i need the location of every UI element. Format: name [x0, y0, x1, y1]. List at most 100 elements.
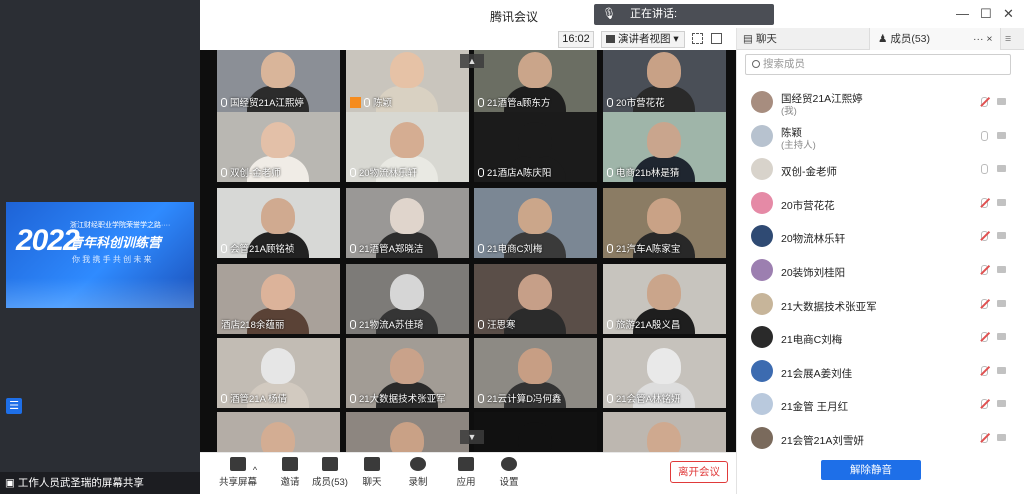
- tab-chat[interactable]: ▤ 聊天: [737, 28, 869, 50]
- video-tile[interactable]: [346, 412, 469, 452]
- layout-icon[interactable]: [711, 33, 722, 44]
- mic-muted-icon[interactable]: [981, 365, 988, 376]
- member-row[interactable]: 21大数据技术张亚军: [737, 288, 1024, 322]
- member-role: (主持人): [781, 139, 816, 151]
- panel-menu-icon[interactable]: ≡: [1005, 28, 1011, 50]
- member-row[interactable]: 双创-金老师: [737, 153, 1024, 187]
- member-row[interactable]: 国经贸21A江熙婷 (我): [737, 86, 1024, 120]
- video-tile[interactable]: 21电商C刘梅: [474, 188, 597, 258]
- video-tile[interactable]: 旅游21A殷义昌: [603, 264, 726, 334]
- mic-muted-icon[interactable]: [981, 399, 988, 410]
- member-row[interactable]: 陈颖 (主持人): [737, 120, 1024, 154]
- member-row[interactable]: 20物流林乐轩: [737, 220, 1024, 254]
- video-tile[interactable]: 21物流A苏佳琦: [346, 264, 469, 334]
- mic-muted-icon[interactable]: [981, 298, 988, 309]
- video-tile[interactable]: 21酒店A陈庆阳: [474, 112, 597, 182]
- video-tile[interactable]: [474, 412, 597, 452]
- chat-button[interactable]: 聊天: [352, 457, 392, 488]
- camera-icon[interactable]: [997, 400, 1006, 408]
- scroll-down-icon[interactable]: ▼: [460, 430, 484, 444]
- video-tile[interactable]: 酒店218余蕴丽: [217, 264, 340, 334]
- record-label: 录制: [408, 477, 428, 488]
- avatar: [751, 124, 773, 147]
- camera-icon[interactable]: [997, 434, 1006, 441]
- participant-name: 酒店218余蕴丽: [221, 320, 285, 331]
- mic-icon[interactable]: [981, 164, 988, 175]
- video-tile[interactable]: 酒管21A 杨倩: [217, 338, 340, 408]
- fullscreen-icon[interactable]: [692, 33, 703, 44]
- participant-face: [261, 198, 295, 234]
- member-row[interactable]: 20市营花花: [737, 187, 1024, 221]
- share-status-bar: ▣ 工作人员武圣瑞的屏幕共享: [0, 472, 200, 494]
- close-icon[interactable]: ✕: [1003, 6, 1014, 22]
- member-row[interactable]: 20装饰刘桂阳: [737, 254, 1024, 288]
- mic-muted-icon[interactable]: [981, 332, 988, 343]
- video-tile[interactable]: 21会管A林铭妍: [603, 338, 726, 408]
- record-button[interactable]: 录制: [398, 457, 438, 488]
- maximize-icon[interactable]: ☐: [980, 6, 992, 22]
- camera-icon[interactable]: [997, 98, 1006, 105]
- participant-face: [390, 198, 424, 234]
- members-panel: ▤ 聊天 ♟ 成员(53) ··· × ≡ 搜索成员 国经贸21A江熙婷 (我) 陈…: [736, 28, 1024, 494]
- video-tile[interactable]: 电商21b林是猜: [603, 112, 726, 182]
- camera-icon[interactable]: [997, 366, 1006, 374]
- participant-name-label: 21酒店A陈庆阳: [478, 165, 551, 179]
- participant-name: 汪思寒: [487, 320, 516, 331]
- participant-face: [647, 52, 681, 88]
- scroll-up-icon[interactable]: ▲: [460, 54, 484, 68]
- unmute-all-button[interactable]: 解除静音: [821, 460, 921, 480]
- video-tile[interactable]: 汪思寒: [474, 264, 597, 334]
- share-options-chevron-icon[interactable]: ^: [248, 465, 262, 475]
- camera-icon[interactable]: [997, 131, 1006, 139]
- camera-icon[interactable]: [997, 333, 1006, 341]
- chat-label: 聊天: [362, 477, 382, 488]
- member-row[interactable]: 21金管 王月红: [737, 388, 1024, 422]
- list-icon[interactable]: ☰: [6, 398, 22, 414]
- member-row[interactable]: 21会管21A刘雪妍: [737, 422, 1024, 456]
- participant-name-label: 20市营花花: [607, 95, 665, 109]
- video-tile[interactable]: 20市营花花: [603, 50, 726, 112]
- video-tile[interactable]: 20物流林乐轩: [346, 112, 469, 182]
- video-tile[interactable]: 21汽车A陈家宝: [603, 188, 726, 258]
- settings-button[interactable]: 设置: [489, 457, 529, 488]
- video-tile[interactable]: 21大数据技术张亚军: [346, 338, 469, 408]
- shared-screen-panel[interactable]: 2022 浙江财经职业学院荣誉学之路···· 青年科创训练营 你 我 携 手 共…: [0, 0, 200, 494]
- member-name: 20装饰刘桂阳: [781, 267, 846, 279]
- participant-face: [518, 198, 552, 234]
- members-button[interactable]: 成员(53): [310, 457, 350, 488]
- participant-name: 国经贸21A江熙婷: [230, 98, 304, 109]
- avatar: [751, 359, 773, 382]
- member-search-input[interactable]: 搜索成员: [745, 54, 1011, 75]
- video-tile[interactable]: 21酒管a顾东方: [474, 50, 597, 112]
- video-tile[interactable]: 双创-金老师: [217, 112, 340, 182]
- video-tile[interactable]: 21酒管A郑晓洁: [346, 188, 469, 258]
- video-tile[interactable]: [603, 412, 726, 452]
- mic-muted-icon[interactable]: [981, 97, 988, 107]
- camera-icon[interactable]: [997, 266, 1006, 273]
- camera-icon[interactable]: [997, 232, 1006, 240]
- video-tile[interactable]: 会管21A顾铭祯: [217, 188, 340, 258]
- member-row[interactable]: 21会展A姜刘佳: [737, 355, 1024, 389]
- video-tile[interactable]: 国经贸21A江熙婷: [217, 50, 340, 112]
- invite-button[interactable]: 邀请: [270, 457, 310, 488]
- mic-icon[interactable]: [981, 130, 988, 141]
- participant-face: [261, 422, 295, 452]
- member-name: 21会展A姜刘佳: [781, 367, 853, 380]
- participant-name: 会管21A顾铭祯: [230, 244, 295, 255]
- apps-button[interactable]: 应用: [446, 457, 486, 488]
- mic-muted-icon[interactable]: [981, 433, 988, 443]
- member-row[interactable]: 21电商C刘梅: [737, 321, 1024, 355]
- video-tile[interactable]: 21云计算D冯何鑫: [474, 338, 597, 408]
- camera-icon[interactable]: [997, 165, 1006, 173]
- video-tile[interactable]: 陈颖: [346, 50, 469, 112]
- view-mode-dropdown[interactable]: 演讲者视图 ▾: [601, 31, 685, 48]
- video-tile[interactable]: [217, 412, 340, 452]
- camera-icon[interactable]: [997, 299, 1006, 307]
- camera-icon[interactable]: [997, 198, 1006, 206]
- panel-more-close-button[interactable]: ··· ×: [973, 28, 993, 50]
- minimize-icon[interactable]: —: [956, 6, 969, 21]
- mic-muted-icon[interactable]: [981, 265, 988, 275]
- mic-muted-icon[interactable]: [981, 197, 988, 208]
- leave-meeting-button[interactable]: 离开会议: [670, 461, 728, 483]
- mic-muted-icon[interactable]: [981, 231, 988, 242]
